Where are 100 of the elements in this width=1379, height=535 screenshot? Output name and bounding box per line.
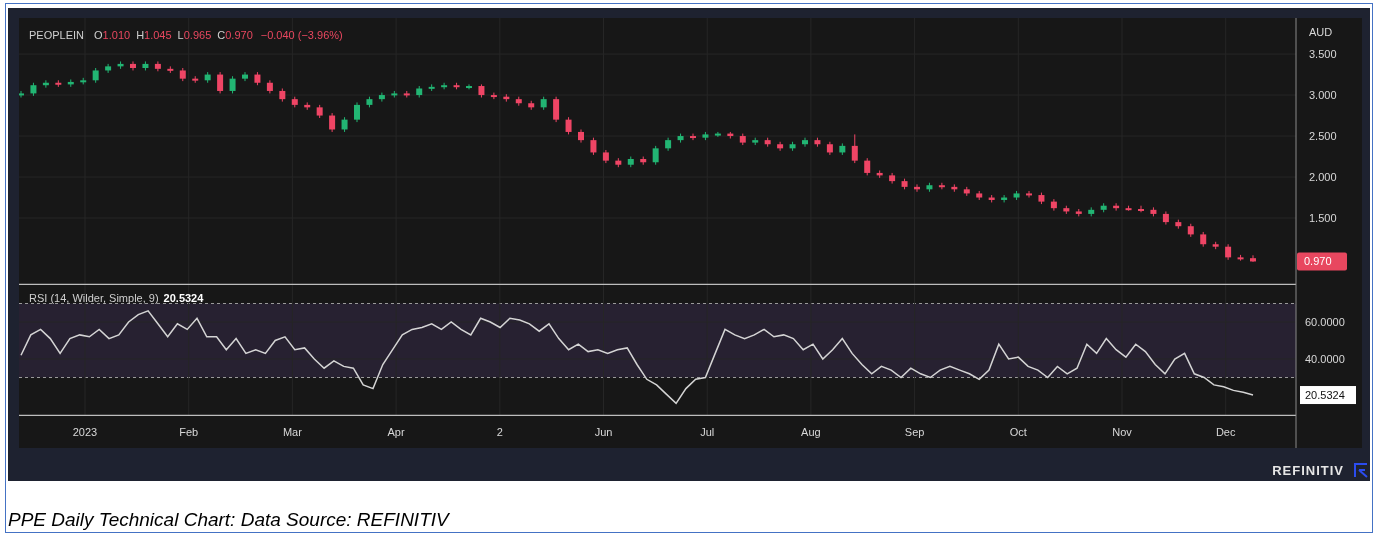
candle [1187,223,1194,238]
candle [1038,192,1045,205]
candle [341,116,348,133]
candle [963,186,970,197]
candle [814,137,821,148]
candle [714,131,721,138]
candle [1113,202,1120,212]
candle [1013,190,1020,201]
candle [590,137,597,156]
candle [229,75,236,94]
candle [1237,254,1244,262]
candle [951,183,958,193]
candle [130,60,136,71]
candle [777,141,784,152]
candle [329,112,336,133]
candle [727,131,734,139]
candle [55,79,62,88]
candle [764,137,771,148]
candle [217,71,224,94]
candle [1001,194,1008,203]
candle [1138,205,1144,213]
candle [1075,208,1082,217]
candle [117,60,124,70]
brand-name: REFINITIV [1272,462,1344,480]
axis-label: 3.500 [1309,48,1337,61]
candle [466,83,472,90]
candle [19,90,24,98]
month-label: Sep [904,426,925,438]
axis-label: 3.000 [1309,89,1337,102]
candle [1162,210,1169,226]
candle [366,96,373,108]
candle [92,67,99,84]
candle [242,71,248,82]
candle [553,96,560,123]
candle [1100,202,1107,213]
candle [1200,231,1207,248]
month-label: Mar [282,426,302,438]
candle [864,157,871,176]
candle [1250,254,1256,263]
candle [428,83,435,92]
last-price-label: 0.970 [1304,255,1332,268]
candle [204,71,211,84]
candle [752,137,759,146]
candle [702,131,709,141]
month-label: Apr [387,426,405,438]
month-label: Jun [594,426,613,438]
candle [901,178,908,190]
axis-label: 1.500 [1309,212,1337,224]
candle [441,82,448,90]
month-label: Nov [1112,426,1132,438]
candle [914,183,920,193]
candle [640,156,647,166]
candle [403,90,410,98]
candle [154,60,161,72]
candle [167,65,174,74]
candle [739,133,746,146]
price-badge [1297,252,1347,271]
candle [839,142,846,156]
candle [105,63,112,74]
candle [851,133,858,164]
candle [889,172,896,185]
candle [142,60,149,71]
candle [291,96,298,108]
candle [602,149,609,164]
candle [1212,241,1219,250]
candle [926,182,933,193]
candle [378,92,385,103]
candle [515,96,522,107]
candle [391,90,398,98]
indicator-label: RSI (14, Wilder, Simple, 9) [29,291,159,306]
candle [540,96,547,111]
candle [503,93,510,103]
candle [578,129,584,144]
candle [1125,205,1132,212]
value-badge [1300,386,1356,405]
candle [690,133,696,141]
month-label: 2 [496,426,503,438]
ohlc-value: H1.045 [136,28,172,43]
candle [1026,190,1032,198]
indicator-value: 20.5324 [163,291,204,306]
ohlc-value: L0.965 [177,28,212,43]
candle [976,190,983,201]
candle [565,116,572,135]
axis-label: 2.000 [1309,171,1337,184]
month-label: 2023 [72,426,98,438]
candle [80,77,87,85]
candle [179,67,186,82]
candle [416,85,423,98]
candle [30,82,37,97]
axis-label: 2.500 [1309,130,1337,143]
caption: PPE Daily Technical Chart: Data Source: REFINITIV [8,508,449,530]
month-label: Dec [1215,426,1236,438]
candle [254,71,261,86]
currency-label: AUD [1309,26,1333,38]
candle [876,169,883,179]
candle [478,83,485,98]
candle [677,133,684,144]
candle [279,88,286,103]
month-label: Aug [801,426,821,438]
axis-label: 40.0000 [1305,352,1345,365]
